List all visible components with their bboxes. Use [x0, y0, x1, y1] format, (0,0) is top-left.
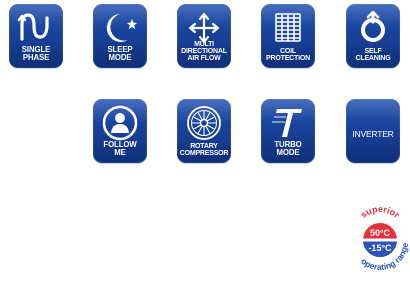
multi-airflow-label: MULTI DIRECTIONAL AIR FLOW	[181, 41, 227, 62]
sine-wave-icon	[9, 11, 63, 45]
feature-tile-multi-directional-air-flow: MULTI DIRECTIONAL AIR FLOW	[177, 4, 231, 68]
single-phase-label: SINGLE PHASE	[21, 45, 51, 63]
feature-tile-turbo-mode: TURBO MODE	[261, 99, 315, 163]
turbo-mode-label: TURBO MODE	[274, 140, 302, 158]
badge-low-temp: -15°C	[368, 243, 392, 253]
sleep-mode-label: SLEEP MODE	[107, 45, 133, 63]
follow-me-label: FOLLOW ME	[103, 140, 137, 158]
moon-star-icon	[93, 11, 147, 45]
feature-tile-single-phase: SINGLE PHASE	[9, 4, 63, 68]
feature-tile-inverter: INVERTER	[346, 99, 400, 163]
turbo-t-icon	[261, 106, 315, 140]
badge-top-text: superior	[359, 204, 402, 220]
feature-tile-coil-protection: COIL PROTECTION	[261, 4, 315, 68]
operating-range-badge: superior 50°C -15°C operating range	[348, 200, 410, 278]
badge-high-temp: 50°C	[370, 228, 391, 238]
person-icon	[93, 105, 147, 141]
feature-tile-rotary-compressor: ROTARY COMPRESSOR	[177, 99, 231, 163]
feature-tile-self-cleaning: SELF CLEANING	[346, 4, 400, 68]
self-cleaning-label: SELF CLEANING	[355, 48, 391, 62]
four-arrows-icon	[177, 11, 231, 45]
feature-tile-follow-me: FOLLOW ME	[93, 99, 147, 163]
circle-arrow-icon	[346, 11, 400, 45]
rotary-compressor-label: ROTARY COMPRESSOR	[179, 143, 229, 157]
feature-tile-sleep-mode: SLEEP MODE	[93, 4, 147, 68]
inverter-text-icon: INVERTER	[352, 129, 394, 139]
coil-grid-icon	[261, 11, 315, 45]
rotor-icon	[177, 106, 231, 140]
coil-protection-label: COIL PROTECTION	[266, 48, 310, 62]
